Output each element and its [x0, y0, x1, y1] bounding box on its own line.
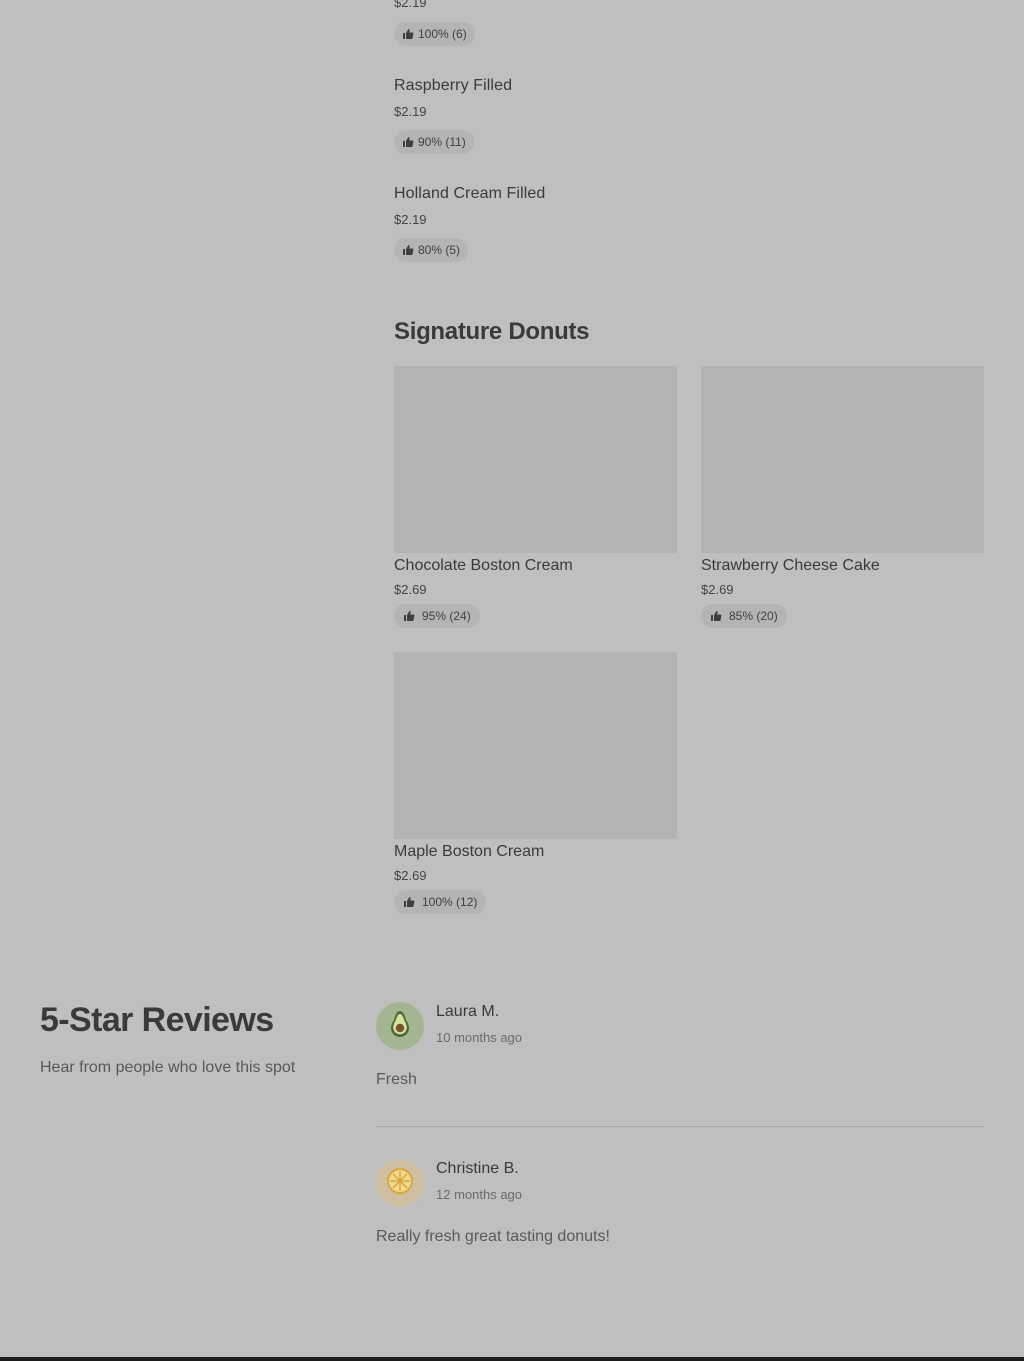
reviewer-name: Laura M. — [436, 1003, 500, 1020]
item-name[interactable]: Holland Cream Filled — [394, 185, 545, 203]
footer-edge — [0, 1357, 1024, 1361]
rating-text: 100% (6) — [418, 27, 467, 41]
rating-text: 90% (11) — [418, 135, 466, 149]
item-price: $2.69 — [394, 868, 427, 883]
reviewer-name: Christine B. — [436, 1160, 519, 1177]
review-divider — [376, 1126, 984, 1127]
rating-badge: 100% (12) — [394, 890, 487, 914]
rating-badge: 90% (11) — [394, 130, 474, 154]
thumbs-up-icon — [710, 610, 722, 622]
avatar — [376, 1002, 424, 1050]
avocado-icon — [387, 1009, 413, 1044]
rating-badge: 85% (20) — [701, 604, 787, 628]
avatar — [376, 1159, 424, 1207]
reviews-title: 5-Star Reviews — [40, 1001, 274, 1039]
thumbs-up-icon — [402, 136, 414, 148]
rating-badge: 95% (24) — [394, 604, 480, 628]
item-price: $2.19 — [394, 212, 427, 227]
rating-badge: 100% (6) — [394, 22, 475, 46]
thumbs-up-icon — [403, 610, 415, 622]
item-price: $2.19 — [394, 0, 427, 10]
rating-text: 85% (20) — [729, 609, 778, 623]
rating-text: 80% (5) — [418, 243, 461, 257]
rating-text: 100% (12) — [422, 895, 478, 909]
item-image-placeholder[interactable] — [394, 652, 677, 839]
rating-text: 95% (24) — [422, 609, 471, 623]
item-name[interactable]: Chocolate Boston Cream — [394, 557, 573, 575]
thumbs-up-icon — [402, 28, 414, 40]
item-name[interactable]: Raspberry Filled — [394, 77, 512, 95]
thumbs-up-icon — [402, 244, 414, 256]
review-timestamp: 10 months ago — [436, 1030, 523, 1045]
item-price: $2.69 — [701, 582, 734, 597]
item-name[interactable]: Maple Boston Cream — [394, 843, 544, 861]
review-timestamp: 12 months ago — [436, 1187, 523, 1202]
item-price: $2.19 — [394, 104, 427, 119]
item-price: $2.69 — [394, 582, 427, 597]
reviews-subtitle: Hear from people who love this spot — [40, 1059, 296, 1076]
thumbs-up-icon — [403, 896, 415, 908]
section-title: Signature Donuts — [394, 318, 590, 345]
rating-badge: 80% (5) — [394, 238, 469, 262]
review-text: Fresh — [376, 1071, 417, 1088]
review-text: Really fresh great tasting donuts! — [376, 1228, 610, 1245]
item-image-placeholder[interactable] — [394, 366, 677, 553]
item-image-placeholder[interactable] — [701, 366, 984, 553]
lemon-slice-icon — [385, 1166, 415, 1201]
item-name[interactable]: Strawberry Cheese Cake — [701, 557, 880, 575]
